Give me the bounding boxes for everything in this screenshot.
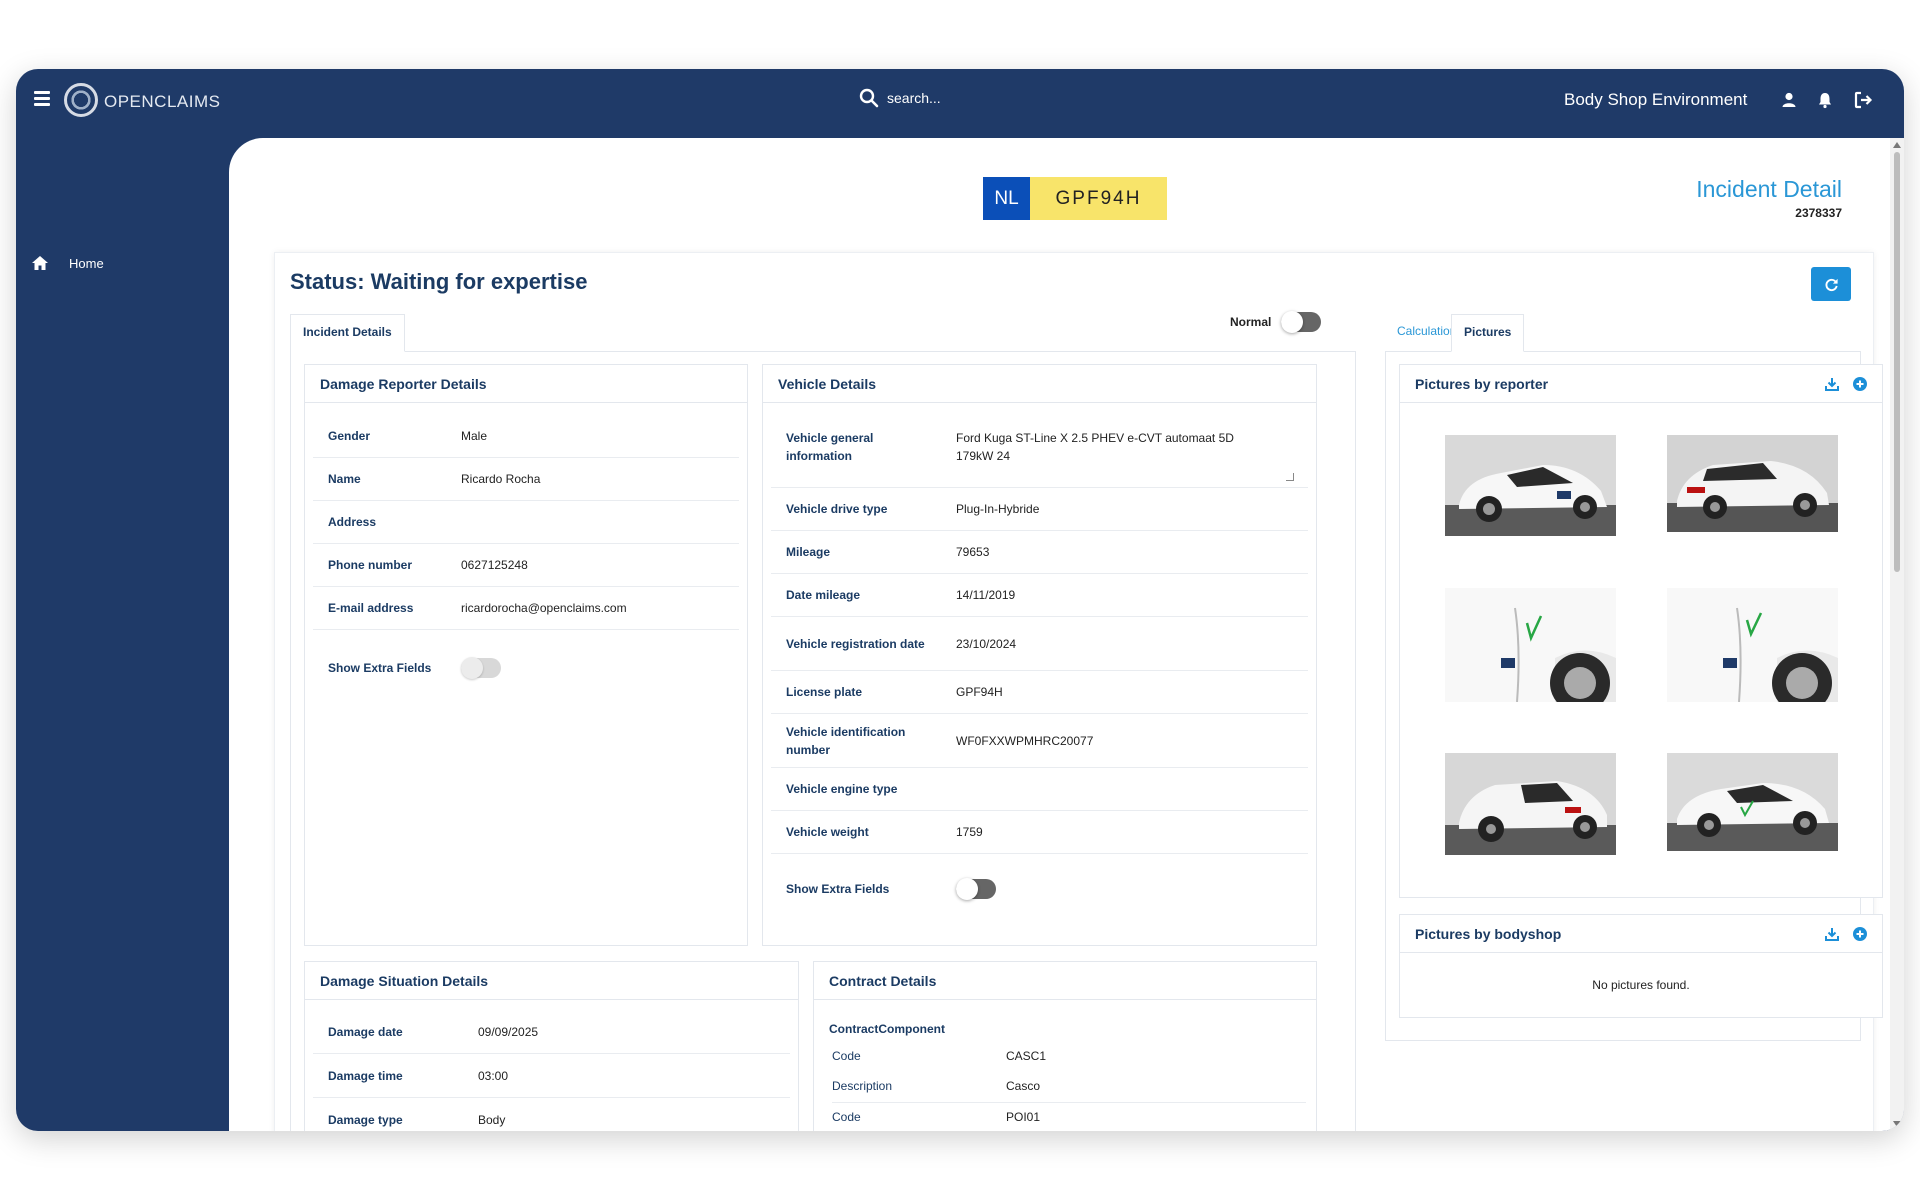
menu-icon[interactable] <box>34 91 50 106</box>
app-name: OPENCLAIMS <box>104 92 221 111</box>
reporter-picture[interactable] <box>1667 435 1838 532</box>
table-row: Gender Male <box>313 415 739 458</box>
plate-country: NL <box>983 177 1030 220</box>
reporter-pictures-title: Pictures by reporter <box>1400 365 1882 403</box>
scrollbar[interactable] <box>1890 138 1904 1131</box>
contract-title: Contract Details <box>814 962 1316 1000</box>
table-row: Mileage 79653 <box>771 531 1308 574</box>
resize-handle-icon[interactable] <box>1286 473 1294 481</box>
table-row: Vehicle general information Ford Kuga ST… <box>771 415 1308 488</box>
mode-toggle-wrap: Normal <box>1230 311 1322 333</box>
contract-row: Description Casco <box>832 1079 1041 1093</box>
situation-panel: Damage Situation Details Damage date 09/… <box>304 961 799 1131</box>
table-row: Name Ricardo Rocha <box>313 458 739 501</box>
add-picture-icon[interactable] <box>1852 926 1868 942</box>
table-row: Phone number 0627125248 <box>313 544 739 587</box>
mode-toggle[interactable] <box>1281 311 1322 333</box>
search-input[interactable] <box>887 90 1007 106</box>
reporter-pictures-panel: Pictures by reporter <box>1399 364 1883 898</box>
vehicle-extra-toggle[interactable] <box>956 878 996 900</box>
sidebar: Home <box>16 138 229 1131</box>
table-row: Vehicle weight 1759 <box>771 811 1308 854</box>
contract-row: Code CASC1 <box>832 1049 1047 1063</box>
table-row: Damage time 03:00 <box>313 1054 790 1098</box>
logo-icon <box>64 83 98 117</box>
scroll-up-icon[interactable] <box>1893 142 1901 148</box>
vehicle-info-textarea[interactable]: Ford Kuga ST-Line X 2.5 PHEV e-CVT autom… <box>956 429 1266 465</box>
table-row: Date mileage 14/11/2019 <box>771 574 1308 617</box>
main-content: NL GPF94H Incident Detail 2378337 Status… <box>229 138 1904 1131</box>
extra-fields-row: Show Extra Fields <box>313 643 739 693</box>
incident-card: Status: Waiting for expertise Normal Inc… <box>274 252 1883 1131</box>
refresh-icon <box>1825 278 1838 291</box>
reporter-title: Damage Reporter Details <box>305 365 747 403</box>
reporter-picture[interactable] <box>1667 753 1838 851</box>
sidebar-item-label: Home <box>69 255 104 271</box>
home-icon <box>32 256 48 270</box>
contract-row: Code POI01 <box>832 1110 1041 1124</box>
app-window: OPENCLAIMS Body Shop Environment Home NL… <box>16 69 1904 1131</box>
status-title: Status: Waiting for expertise <box>290 269 588 294</box>
contract-component-title: ContractComponent <box>829 1022 945 1036</box>
refresh-button[interactable] <box>1811 267 1851 301</box>
bodyshop-pictures-panel: Pictures by bodyshop No pictures found. <box>1399 914 1883 1018</box>
plate-number: GPF94H <box>1030 177 1167 220</box>
table-row: Address <box>313 501 739 544</box>
tab-incident-details[interactable]: Incident Details <box>290 314 405 352</box>
environment-label: Body Shop Environment <box>1564 90 1748 109</box>
reporter-picture[interactable] <box>1445 753 1616 855</box>
reporter-picture[interactable] <box>1445 435 1616 536</box>
search-bar[interactable] <box>859 88 1007 108</box>
top-bar: OPENCLAIMS Body Shop Environment <box>16 69 1904 138</box>
contract-panel: Contract Details ContractComponent Code … <box>813 961 1317 1131</box>
bodyshop-pictures-title: Pictures by bodyshop <box>1400 915 1882 953</box>
reporter-panel: Damage Reporter Details Gender Male Name… <box>304 364 748 946</box>
mode-toggle-label: Normal <box>1230 315 1272 329</box>
tab-pictures[interactable]: Pictures <box>1451 314 1525 352</box>
scroll-down-icon[interactable] <box>1893 1121 1901 1127</box>
bell-icon[interactable] <box>1816 91 1834 109</box>
no-pictures-text: No pictures found. <box>1592 978 1690 992</box>
sidebar-item-home[interactable]: Home <box>31 255 104 271</box>
license-plate: NL GPF94H <box>983 177 1167 220</box>
table-row: Vehicle registration date 23/10/2024 <box>771 617 1308 671</box>
incident-id: 2378337 <box>1795 206 1842 220</box>
scroll-thumb[interactable] <box>1894 152 1900 572</box>
reporter-extra-toggle[interactable] <box>461 657 501 679</box>
table-row: E-mail address ricardorocha@openclaims.c… <box>313 587 739 630</box>
table-row: License plate GPF94H <box>771 671 1308 714</box>
add-picture-icon[interactable] <box>1852 376 1868 392</box>
download-icon[interactable] <box>1824 926 1840 942</box>
vehicle-panel: Vehicle Details Vehicle general informat… <box>762 364 1317 946</box>
user-icon[interactable] <box>1780 91 1798 109</box>
table-row: Vehicle engine type <box>771 768 1308 811</box>
extra-fields-row: Show Extra Fields <box>771 864 1308 914</box>
reporter-picture[interactable] <box>1667 588 1838 702</box>
download-icon[interactable] <box>1824 376 1840 392</box>
table-row: Damage date 09/09/2025 <box>313 1010 790 1054</box>
vehicle-title: Vehicle Details <box>763 365 1316 403</box>
table-row: Vehicle drive type Plug-In-Hybride <box>771 488 1308 531</box>
search-icon[interactable] <box>859 88 879 108</box>
situation-title: Damage Situation Details <box>305 962 798 1000</box>
table-row: Vehicle identification number WF0FXXWPMH… <box>771 714 1308 768</box>
reporter-picture[interactable] <box>1445 588 1616 702</box>
page-title: Incident Detail <box>1696 176 1842 202</box>
table-row: Damage type Body <box>313 1098 790 1131</box>
logout-icon[interactable] <box>1853 90 1873 110</box>
